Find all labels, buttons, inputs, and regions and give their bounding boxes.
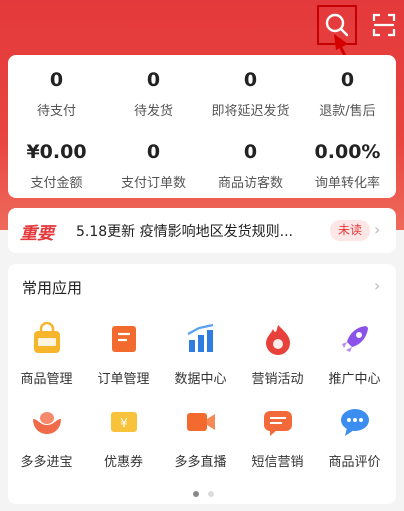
data-chart-icon: [186, 323, 213, 352]
notice-tag: 重要: [20, 224, 54, 244]
notice-text[interactable]: 5.18更新 疫情影响地区发货规则...: [76, 221, 316, 241]
stat-label: 支付金额: [30, 176, 83, 191]
chevron-right-icon[interactable]: ›: [374, 276, 380, 295]
app-label: 商品管理: [20, 372, 73, 387]
app-label: 短信营销: [251, 455, 304, 470]
notice-banner[interactable]: 重要 5.18更新 疫情影响地区发货规则... 未读 ›: [8, 208, 396, 253]
stat-label: 询单转化率: [314, 176, 380, 191]
page-indicator: [191, 482, 216, 501]
order-scroll-icon: [111, 326, 136, 352]
app-label: 订单管理: [97, 372, 150, 387]
app-order-management[interactable]: 订单管理: [85, 322, 162, 387]
page-dot-active: [193, 491, 199, 497]
app-label: 数据中心: [174, 372, 227, 387]
unread-badge: 未读: [330, 220, 370, 241]
stat-value: 0.00%: [314, 141, 381, 163]
scan-button[interactable]: [364, 5, 404, 45]
live-video-icon: [186, 413, 215, 431]
goods-bag-icon: [33, 321, 60, 353]
stat-delayed-shipment[interactable]: 0 即将延迟发货: [202, 69, 299, 119]
review-chat-icon: [340, 409, 369, 436]
app-goods-management[interactable]: 商品管理: [8, 321, 85, 387]
app-label: 商品评价: [328, 455, 381, 470]
stat-label: 退款/售后: [319, 104, 376, 119]
search-button[interactable]: [317, 5, 357, 45]
top-bar: [0, 0, 404, 50]
app-data-center[interactable]: 数据中心: [162, 322, 239, 387]
app-sms-marketing[interactable]: 短信营销: [239, 405, 316, 470]
stat-value: 0: [243, 69, 258, 91]
chevron-right-icon[interactable]: ›: [374, 220, 380, 239]
stat-label: 待发货: [133, 104, 173, 119]
app-coupons[interactable]: ¥ 优惠券: [85, 405, 162, 470]
svg-text:¥: ¥: [120, 416, 128, 430]
app-promotion-center[interactable]: 推广中心: [316, 322, 393, 387]
app-label: 优惠券: [103, 455, 143, 470]
stat-value: 0: [340, 69, 355, 91]
stat-pending-shipment[interactable]: 0 待发货: [105, 69, 202, 119]
page-dot: [208, 491, 215, 497]
stat-label: 支付订单数: [120, 176, 186, 191]
section-title: 常用应用: [22, 279, 83, 297]
stat-paid-orders[interactable]: 0 支付订单数: [105, 141, 202, 191]
app-product-reviews[interactable]: 商品评价: [316, 405, 393, 470]
stat-payment-amount[interactable]: ¥0.00 支付金额: [8, 141, 105, 191]
stat-label: 待支付: [36, 104, 76, 119]
stat-inquiry-conversion[interactable]: 0.00% 询单转化率: [299, 141, 396, 191]
common-apps-card: 常用应用 › 商品管理 订单管理 数据中心 营销活动 推广中心 多多进宝 ¥ 优…: [8, 264, 396, 504]
stat-product-visitors[interactable]: 0 商品访客数: [202, 141, 299, 191]
app-label: 多多直播: [174, 455, 227, 470]
promotion-rocket-icon: [341, 326, 368, 352]
stat-pending-payment[interactable]: 0 待支付: [8, 69, 105, 119]
search-icon: [325, 13, 349, 37]
coupon-ticket-icon: ¥: [110, 412, 137, 432]
app-marketing-campaigns[interactable]: 营销活动: [239, 322, 316, 387]
stat-value: 0: [146, 69, 161, 91]
app-duoduo-live[interactable]: 多多直播: [162, 405, 239, 470]
app-label: 推广中心: [328, 372, 381, 387]
stat-value: 0: [243, 141, 258, 163]
scan-icon: [372, 13, 396, 37]
stat-value: 0: [146, 141, 161, 163]
stat-label: 即将延迟发货: [211, 104, 290, 119]
sms-message-icon: [263, 411, 292, 436]
treasure-ingot-icon: [32, 412, 61, 434]
stat-refund-aftersale[interactable]: 0 退款/售后: [299, 69, 396, 119]
stat-label: 商品访客数: [217, 176, 283, 191]
app-label: 营销活动: [251, 372, 304, 387]
app-duoduo-jinbao[interactable]: 多多进宝: [8, 405, 85, 470]
app-label: 多多进宝: [20, 455, 73, 470]
stat-value: ¥0.00: [26, 141, 87, 163]
marketing-fire-icon: [265, 325, 290, 355]
stats-card: 0 待支付 0 待发货 0 即将延迟发货 0 退款/售后 ¥0.00 支付金额 …: [8, 55, 396, 198]
stat-value: 0: [49, 69, 64, 91]
